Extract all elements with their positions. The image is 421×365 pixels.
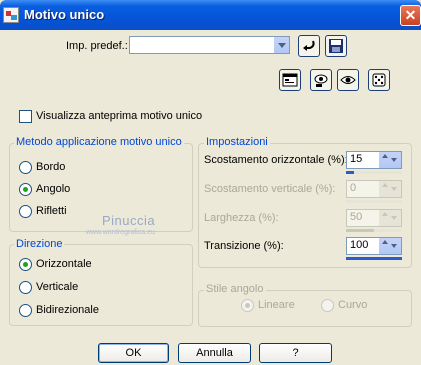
method-label-angolo[interactable]: Angolo [36, 183, 70, 195]
method-radio-bordo[interactable] [19, 161, 32, 174]
preview-checkbox-label[interactable]: Visualizza anteprima motivo unico [36, 110, 202, 122]
width-slider-fill [346, 229, 374, 232]
method-label-bordo[interactable]: Bordo [36, 161, 65, 173]
help-button[interactable]: ? [259, 343, 332, 363]
eye-icon [340, 76, 356, 84]
method-group-title: Metodo applicazione motivo unico [14, 136, 184, 148]
ok-button[interactable]: OK [98, 343, 169, 363]
presets-label: Imp. predef.: [66, 40, 128, 52]
direction-group-title: Direzione [14, 238, 65, 250]
method-label-rifletti[interactable]: Rifletti [36, 205, 67, 217]
window-icon [282, 73, 298, 87]
transition-slider-fill [346, 257, 402, 260]
width-slider[interactable] [346, 229, 402, 232]
settings-group-title: Impostazioni [204, 136, 270, 148]
dice-icon [372, 73, 386, 87]
direction-label-bidirezionale[interactable]: Bidirezionale [36, 304, 99, 316]
corner-style-group [198, 290, 412, 327]
vertical-offset-slider[interactable] [346, 200, 402, 203]
preview-window-button[interactable] [279, 69, 301, 91]
window-title: Motivo unico [24, 7, 105, 22]
direction-label-verticale[interactable]: Verticale [36, 281, 78, 293]
reset-presets-button[interactable] [298, 35, 320, 57]
corner-label-lineare[interactable]: Lineare [258, 299, 295, 311]
width-value[interactable]: 50 [350, 211, 362, 223]
transition-slider[interactable] [346, 257, 402, 260]
transition-spinner[interactable]: 100 [346, 237, 402, 255]
proof-button[interactable] [310, 69, 332, 91]
title-bar: Motivo unico ✕ [0, 0, 421, 30]
cancel-button[interactable]: Annulla [178, 343, 251, 363]
direction-radio-bidirezionale[interactable] [19, 304, 32, 317]
horizontal-offset-spinner[interactable]: 15 [346, 151, 402, 169]
horizontal-offset-slider[interactable] [346, 171, 402, 174]
save-presets-button[interactable] [325, 35, 347, 57]
spinner-arrows-icon[interactable] [379, 210, 401, 226]
transition-label: Transizione (%): [204, 240, 284, 252]
corner-label-curvo[interactable]: Curvo [338, 299, 367, 311]
vertical-offset-spinner[interactable]: 0 [346, 180, 402, 198]
vertical-offset-label: Scostamento verticale (%): [204, 183, 336, 195]
corner-style-group-title: Stile angolo [204, 283, 266, 295]
width-label: Larghezza (%): [204, 212, 279, 224]
hand-eye-icon [314, 74, 328, 87]
close-button[interactable]: ✕ [400, 5, 421, 26]
horizontal-offset-slider-fill [346, 171, 355, 174]
presets-dropdown[interactable] [129, 36, 290, 54]
horizontal-offset-label: Scostamento orizzontale (%): [204, 154, 348, 166]
method-radio-rifletti[interactable] [19, 205, 32, 218]
auto-proof-button[interactable] [337, 69, 359, 91]
horizontal-offset-value[interactable]: 15 [350, 153, 362, 165]
preview-checkbox[interactable] [19, 110, 32, 123]
save-icon [329, 39, 343, 53]
chevron-down-icon[interactable] [273, 37, 289, 53]
width-spinner[interactable]: 50 [346, 209, 402, 227]
watermark-text: Pinuccia [102, 213, 156, 228]
direction-radio-orizzontale[interactable] [19, 258, 32, 271]
method-radio-angolo[interactable] [19, 183, 32, 196]
transition-value[interactable]: 100 [350, 239, 368, 251]
app-icon [3, 7, 19, 23]
spinner-arrows-icon[interactable] [379, 152, 401, 168]
randomize-button[interactable] [368, 69, 390, 91]
undo-icon [303, 40, 315, 51]
direction-label-orizzontale[interactable]: Orizzontale [36, 258, 92, 270]
corner-radio-curvo[interactable] [321, 299, 334, 312]
direction-radio-verticale[interactable] [19, 281, 32, 294]
spinner-arrows-icon[interactable] [379, 238, 401, 254]
corner-radio-lineare[interactable] [241, 299, 254, 312]
spinner-arrows-icon[interactable] [379, 181, 401, 197]
vertical-offset-value[interactable]: 0 [350, 182, 356, 194]
watermark-subtext: www.wordregrafica.eu [86, 229, 155, 236]
